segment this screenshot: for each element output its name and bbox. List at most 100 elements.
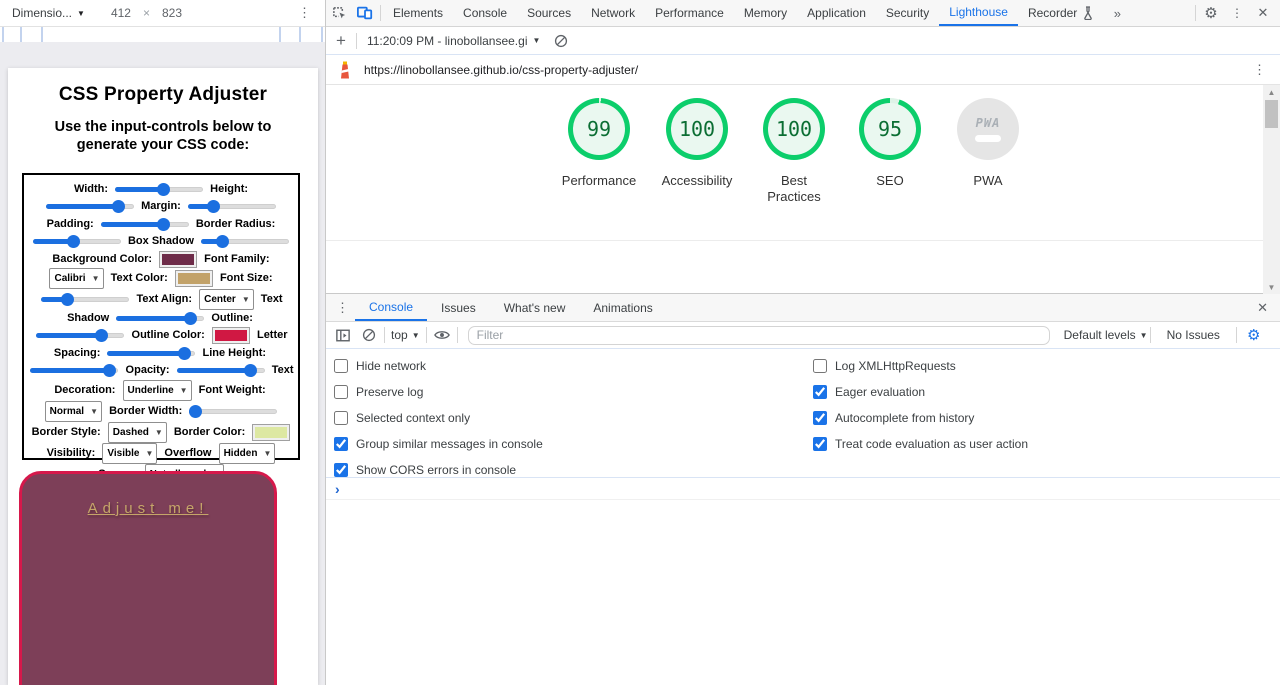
score-pwa[interactable]: PWA PWA	[933, 98, 1043, 189]
score-best-practices[interactable]: 100 Best Practices	[739, 98, 849, 205]
opacity-slider[interactable]	[176, 364, 265, 378]
drawer-tab-animations[interactable]: Animations	[579, 295, 666, 321]
report-scrollbar[interactable]: ▲ ▼	[1263, 85, 1280, 294]
line-height-slider[interactable]	[30, 364, 119, 378]
tab-application[interactable]: Application	[797, 0, 876, 26]
log-levels-select[interactable]: Default levels ▼	[1064, 328, 1148, 342]
drawer-tab-what-s-new[interactable]: What's new	[490, 295, 580, 321]
font-size-slider[interactable]	[41, 293, 130, 307]
toggle-device-toolbar-icon[interactable]	[352, 0, 378, 26]
text-color-swatch[interactable]	[174, 270, 213, 288]
border-color-swatch[interactable]	[252, 423, 291, 441]
device-width-field[interactable]: 412	[111, 6, 131, 20]
console-filter-input[interactable]	[467, 325, 1050, 345]
chevron-down-icon: ▼	[77, 8, 85, 18]
control-label: Text Align:	[136, 293, 193, 306]
text-decoration-select[interactable]: Underline ▼	[122, 379, 192, 401]
scroll-down-icon[interactable]: ▼	[1263, 280, 1280, 294]
device-emulation-pane: Dimensio... ▼ 412 × 823 ⋮ CSS Property A…	[0, 0, 325, 685]
devtools-main-tabbar: Elements Console Sources Network Performance…	[326, 0, 1280, 27]
tab-security[interactable]: Security	[876, 0, 939, 26]
control-label: Width:	[73, 183, 109, 195]
close-drawer-icon[interactable]: ✕	[1257, 300, 1268, 316]
inspect-element-icon[interactable]	[326, 0, 352, 26]
clear-console-icon[interactable]	[356, 322, 382, 348]
score-label: Accessibility	[661, 173, 733, 188]
checkbox-group-similar-messages-in-console[interactable]: Group similar messages in console	[334, 431, 543, 457]
tab-console[interactable]: Console	[453, 0, 517, 26]
control-label: Outline Color:	[131, 329, 205, 342]
tab-performance[interactable]: Performance	[645, 0, 734, 26]
width-slider[interactable]	[115, 183, 204, 196]
devtools-kebab-icon[interactable]: ⋮	[1224, 0, 1250, 26]
checkbox-show-cors-errors-in-console[interactable]: Show CORS errors in console	[334, 457, 543, 483]
live-expression-eye-icon[interactable]	[429, 322, 455, 348]
lighthouse-favicon	[332, 57, 358, 83]
tab-sources[interactable]: Sources	[517, 0, 581, 26]
drawer-tab-issues[interactable]: Issues	[427, 295, 490, 321]
control-label: Border Radius:	[195, 217, 276, 230]
tab-lighthouse[interactable]: Lighthouse	[939, 0, 1018, 26]
control-label: Outline:	[211, 312, 253, 325]
checkbox-preserve-log[interactable]: Preserve log	[334, 379, 543, 405]
checkbox-log-xmlhttprequests[interactable]: Log XMLHttpRequests	[813, 353, 1028, 379]
control-label: Text Color:	[110, 272, 168, 285]
settings-gear-icon[interactable]: ⚙	[1198, 0, 1224, 26]
background-color-swatch[interactable]	[159, 250, 198, 268]
score-performance[interactable]: 99 Performance	[544, 98, 654, 189]
console-settings-gear-icon[interactable]: ⚙	[1247, 326, 1260, 344]
font-weight-select[interactable]: Normal ▼	[44, 400, 102, 422]
chevron-down-icon: ▼	[532, 36, 541, 45]
divider	[380, 5, 381, 21]
border-radius-slider[interactable]	[32, 235, 121, 249]
outline-slider[interactable]	[36, 329, 125, 343]
tab-network[interactable]: Network	[581, 0, 645, 26]
box-shadow-slider[interactable]	[201, 235, 290, 249]
letter-spacing-slider[interactable]	[107, 346, 196, 360]
visibility-select[interactable]: Visible ▼	[102, 442, 158, 464]
drawer-kebab-icon[interactable]: ⋮	[336, 300, 349, 316]
close-devtools-icon[interactable]: ✕	[1250, 0, 1276, 26]
more-tabs-icon[interactable]: »	[1104, 0, 1130, 26]
issues-counter[interactable]: No Issues	[1167, 328, 1220, 342]
device-options-kebab-icon[interactable]: ⋮	[298, 5, 311, 21]
flask-icon	[1084, 6, 1093, 20]
divider	[1235, 327, 1237, 343]
score-seo[interactable]: 95 SEO	[835, 98, 945, 189]
checkbox-hide-network[interactable]: Hide network	[334, 353, 543, 379]
scroll-up-icon[interactable]: ▲	[1263, 85, 1280, 99]
checkbox-treat-code-evaluation-as-user-action[interactable]: Treat code evaluation as user action	[813, 431, 1028, 457]
css-control-panel: Width: Height: Margin: Padding: Border R…	[22, 173, 300, 510]
border-style-select[interactable]: Dashed ▼	[107, 421, 167, 443]
tab-elements[interactable]: Elements	[383, 0, 453, 26]
margin-slider[interactable]	[187, 200, 276, 214]
new-report-plus-icon[interactable]: +	[336, 31, 346, 51]
text-shadow-slider[interactable]	[116, 312, 205, 326]
report-kebab-icon[interactable]: ⋮	[1253, 62, 1266, 78]
padding-slider[interactable]	[100, 217, 189, 231]
font-family-select[interactable]: Calibri ▼	[49, 268, 104, 290]
text-align-select[interactable]: Center ▼	[199, 289, 254, 311]
drawer-tabbar: ⋮ Console Issues What's new Animations ✕	[326, 294, 1280, 322]
checkbox-autocomplete-from-history[interactable]: Autocomplete from history	[813, 405, 1028, 431]
device-height-field[interactable]: 823	[162, 6, 182, 20]
scrollbar-thumb[interactable]	[1265, 100, 1278, 128]
tab-memory[interactable]: Memory	[734, 0, 797, 26]
drawer-tab-console[interactable]: Console	[355, 295, 428, 321]
checkbox-eager-evaluation[interactable]: Eager evaluation	[813, 379, 1028, 405]
javascript-context-select[interactable]: top ▼	[387, 328, 424, 342]
clear-reports-icon[interactable]	[548, 28, 574, 54]
divider	[384, 327, 385, 343]
border-width-slider[interactable]	[189, 404, 278, 418]
outline-color-swatch[interactable]	[211, 327, 250, 345]
dimensions-dropdown[interactable]: Dimensio...	[12, 6, 72, 20]
tab-recorder[interactable]: Recorder	[1018, 0, 1104, 26]
dimensions-multiply-icon: ×	[142, 6, 150, 20]
score-accessibility[interactable]: 100 Accessibility	[642, 98, 752, 189]
show-console-sidebar-icon[interactable]	[330, 322, 356, 348]
report-selector[interactable]: 11:20:09 PM - linobollansee.gi	[367, 34, 528, 48]
height-slider[interactable]	[46, 200, 135, 214]
overflow-select[interactable]: Hidden ▼	[218, 442, 276, 464]
media-query-ruler[interactable]	[0, 27, 325, 42]
checkbox-selected-context-only[interactable]: Selected context only	[334, 405, 543, 431]
